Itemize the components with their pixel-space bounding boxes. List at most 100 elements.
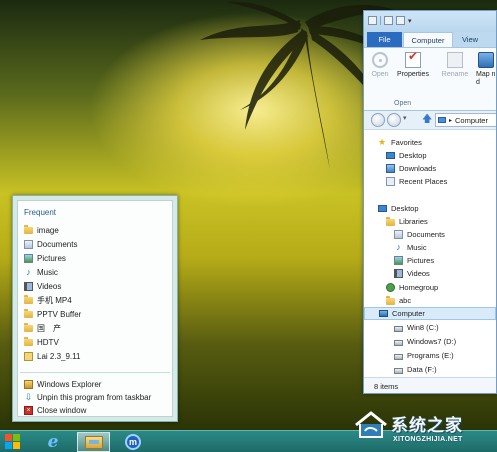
windows-logo-icon-part bbox=[13, 442, 20, 449]
customize-toolbar-chevron-icon[interactable]: ▾ bbox=[408, 17, 412, 25]
internet-explorer-button[interactable]: e bbox=[36, 432, 70, 452]
nav-label: Recent Places bbox=[399, 177, 448, 186]
folder-icon bbox=[24, 337, 33, 346]
watermark-title: 系统之家 bbox=[391, 416, 463, 435]
jump-item-phone-mp4[interactable]: 手机 MP4 bbox=[24, 293, 174, 307]
address-path: Computer bbox=[455, 115, 488, 125]
window-menu-icon[interactable] bbox=[368, 16, 377, 25]
status-bar: 8 items bbox=[364, 377, 496, 393]
drive-icon bbox=[394, 339, 403, 346]
map-label-line2: d bbox=[476, 79, 480, 86]
address-field[interactable]: ▸ Computer bbox=[435, 113, 496, 127]
windows-explorer-button[interactable] bbox=[77, 432, 110, 452]
jump-list-heading: Frequent bbox=[24, 208, 57, 217]
nav-label: Documents bbox=[407, 230, 445, 239]
task-label: Unpin this program from taskbar bbox=[37, 393, 152, 402]
back-button[interactable] bbox=[371, 113, 385, 127]
jump-item-lai[interactable]: Lai 2.3_9.11 bbox=[24, 349, 174, 363]
nav-label: Homegroup bbox=[399, 283, 439, 292]
up-arrow-icon[interactable]: 🡅 bbox=[422, 114, 432, 125]
jump-item-music[interactable]: ♪ Music bbox=[24, 265, 174, 279]
recent-places-icon bbox=[386, 177, 395, 186]
nav-pictures[interactable]: Pictures bbox=[394, 254, 434, 267]
videos-library-icon bbox=[394, 269, 403, 278]
start-button[interactable] bbox=[4, 433, 22, 451]
jump-item-label: 国 产 bbox=[37, 323, 61, 333]
pictures-library-icon bbox=[394, 256, 403, 265]
jump-item-image[interactable]: image bbox=[24, 223, 174, 237]
jump-item-guochan[interactable]: 国 产 bbox=[24, 321, 174, 335]
jump-list-panel: Frequent image Documents Pictures ♪ Music… bbox=[17, 200, 173, 417]
nav-label: Desktop bbox=[391, 204, 419, 213]
jump-item-pictures[interactable]: Pictures bbox=[24, 251, 174, 265]
jump-item-label: image bbox=[37, 225, 59, 235]
rename-icon bbox=[447, 52, 463, 68]
windows-logo-icon-part bbox=[5, 442, 12, 449]
task-windows-explorer[interactable]: Windows Explorer bbox=[24, 378, 174, 391]
jump-item-videos[interactable]: Videos bbox=[24, 279, 174, 293]
explorer-icon bbox=[24, 380, 33, 389]
nav-drive-d[interactable]: Windows7 (D:) bbox=[394, 335, 456, 348]
file-icon bbox=[24, 351, 33, 361]
jump-item-label: Music bbox=[37, 267, 58, 277]
forward-button[interactable] bbox=[387, 113, 401, 127]
rename-button[interactable]: Rename bbox=[438, 52, 472, 79]
open-button[interactable]: Open bbox=[366, 52, 394, 79]
jump-item-hdtv[interactable]: HDTV bbox=[24, 335, 174, 349]
task-close-window[interactable]: × Close window bbox=[24, 404, 174, 417]
folder-icon bbox=[24, 295, 33, 304]
nav-drive-f[interactable]: Data (F:) bbox=[394, 363, 437, 376]
nav-label: Win8 (C:) bbox=[407, 323, 439, 332]
map-drive-icon bbox=[478, 52, 494, 68]
nav-label: Videos bbox=[407, 269, 430, 278]
ribbon: Open Properties Rename Map n d Open bbox=[364, 47, 496, 111]
nav-label: abc bbox=[399, 296, 412, 305]
task-label: Windows Explorer bbox=[37, 380, 102, 389]
tab-view[interactable]: View bbox=[456, 32, 484, 47]
map-network-drive-button[interactable]: Map n d bbox=[476, 52, 496, 87]
new-folder-quick-icon[interactable] bbox=[396, 16, 405, 25]
jump-item-documents[interactable]: Documents bbox=[24, 237, 174, 251]
nav-label: Computer bbox=[392, 309, 425, 318]
maxthon-icon: m bbox=[125, 434, 141, 450]
nav-abc[interactable]: abc bbox=[386, 294, 411, 307]
close-window-icon: × bbox=[24, 406, 33, 415]
nav-downloads[interactable]: Downloads bbox=[386, 162, 436, 175]
tab-computer[interactable]: Computer bbox=[403, 32, 453, 47]
ribbon-tabs: File Computer View bbox=[364, 32, 496, 47]
quick-access-toolbar: ▾ bbox=[368, 16, 412, 25]
nav-libraries[interactable]: Libraries bbox=[386, 215, 428, 228]
nav-drive-c[interactable]: Win8 (C:) bbox=[394, 321, 439, 334]
nav-computer[interactable]: Computer bbox=[364, 307, 496, 320]
nav-desktop[interactable]: Desktop bbox=[378, 202, 419, 215]
nav-recent-places[interactable]: Recent Places bbox=[386, 175, 447, 188]
maxthon-browser-button[interactable]: m bbox=[116, 432, 150, 452]
nav-videos[interactable]: Videos bbox=[394, 267, 430, 280]
properties-label: Properties bbox=[397, 71, 429, 78]
nav-favorites[interactable]: ★ Favorites bbox=[378, 136, 422, 149]
title-bar[interactable]: ▾ bbox=[364, 11, 496, 32]
properties-button[interactable]: Properties bbox=[395, 52, 431, 79]
map-label: Map n bbox=[476, 71, 496, 78]
nav-label: Music bbox=[407, 243, 427, 252]
homegroup-icon bbox=[386, 283, 395, 292]
nav-label: Favorites bbox=[391, 138, 422, 147]
nav-music[interactable]: ♪ Music bbox=[394, 241, 427, 254]
downloads-icon bbox=[386, 164, 395, 173]
explorer-window: ▾ File Computer View Open Properties Ren… bbox=[363, 10, 497, 394]
recent-locations-chevron-icon[interactable]: ▾ bbox=[403, 114, 407, 122]
desktop-icon bbox=[378, 205, 387, 212]
tab-file[interactable]: File bbox=[367, 32, 402, 47]
jump-item-pptv-buffer[interactable]: PPTV Buffer bbox=[24, 307, 174, 321]
breadcrumb-chevron-icon[interactable]: ▸ bbox=[449, 117, 452, 124]
task-unpin[interactable]: ⇩ Unpin this program from taskbar bbox=[24, 391, 174, 404]
house-logo-icon bbox=[355, 411, 387, 438]
open-label: Open bbox=[371, 71, 389, 78]
nav-desktop-favorite[interactable]: Desktop bbox=[386, 149, 427, 162]
nav-drive-e[interactable]: Programs (E:) bbox=[394, 349, 454, 362]
computer-icon bbox=[438, 117, 446, 123]
nav-homegroup[interactable]: Homegroup bbox=[386, 281, 438, 294]
properties-quick-icon[interactable] bbox=[384, 16, 393, 25]
nav-documents[interactable]: Documents bbox=[394, 228, 445, 241]
jump-item-label: Pictures bbox=[37, 253, 66, 263]
